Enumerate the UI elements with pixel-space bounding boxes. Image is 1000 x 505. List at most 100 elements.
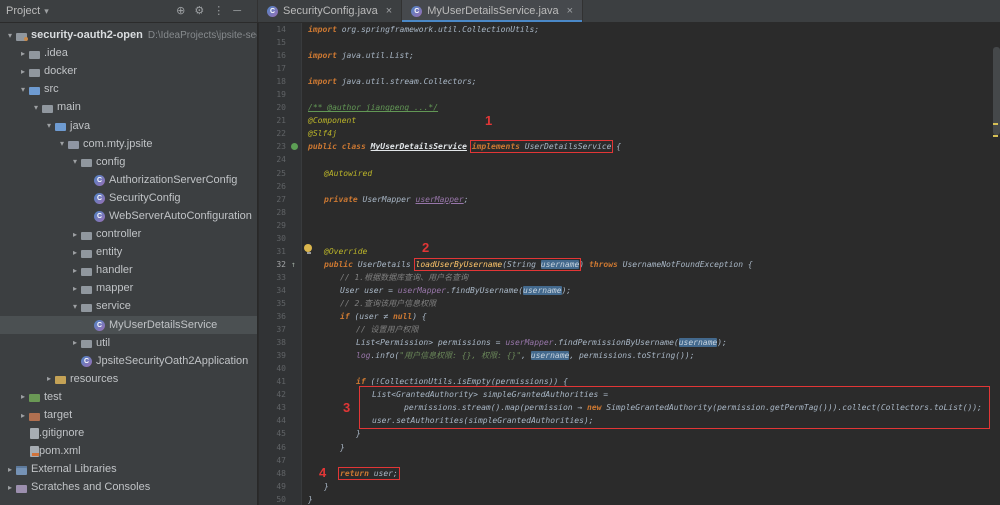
code-line[interactable]: 14 import org.springframework.util.Collec… <box>259 23 1000 37</box>
expand-arrow-icon[interactable]: ▸ <box>69 266 81 275</box>
gutter-line-number[interactable]: 33 <box>259 270 289 284</box>
gutter-line-number[interactable]: 22 <box>259 127 289 141</box>
gutter-line-number[interactable]: 35 <box>259 296 289 311</box>
tree-item-entity[interactable]: ▸ entity <box>0 243 257 261</box>
gutter-line-number[interactable]: 41 <box>259 375 289 389</box>
tree-item-securityconfig[interactable]: C SecurityConfig <box>0 189 257 207</box>
code-line[interactable]: 19 <box>259 88 1000 102</box>
collapse-arrow-icon[interactable]: ▾ <box>43 121 55 130</box>
code-line[interactable]: 37// 设置用户权限 <box>259 323 1000 337</box>
gutter-line-number[interactable]: 31 <box>259 244 289 258</box>
tree-item-jpsitesecurityoath2application[interactable]: C JpsiteSecurityOath2Application <box>0 352 257 370</box>
override-marker-icon[interactable]: ↑ <box>289 257 302 271</box>
expand-arrow-icon[interactable]: ▸ <box>17 411 29 420</box>
gutter-line-number[interactable]: 48 <box>259 466 289 480</box>
gutter-line-number[interactable]: 15 <box>259 36 289 50</box>
code-line[interactable]: 18 import java.util.stream.Collectors; <box>259 75 1000 89</box>
tab-myuserdetailsservice-java[interactable]: C MyUserDetailsService.java × <box>402 0 584 22</box>
code-line[interactable]: 22 @Slf4j <box>259 127 1000 141</box>
hide-icon[interactable]: ─ <box>233 5 241 17</box>
code-line[interactable]: 31 @Override <box>259 244 1000 258</box>
code-line[interactable]: 34 User user = userMapper.findByUsername(… <box>259 283 1000 297</box>
tree-item-controller[interactable]: ▸ controller <box>0 225 257 243</box>
gutter-line-number[interactable]: 32 <box>259 257 289 271</box>
code-line[interactable]: 35// 2.查询该用户信息权限 <box>259 296 1000 311</box>
gutter-line-number[interactable]: 49 <box>259 479 289 493</box>
code-line[interactable]: 48 return user; <box>259 466 1000 480</box>
code-line[interactable]: 50} <box>259 492 1000 505</box>
collapse-arrow-icon[interactable]: ▾ <box>17 85 29 94</box>
code-line[interactable]: 29 <box>259 218 1000 232</box>
gutter-line-number[interactable]: 20 <box>259 101 289 115</box>
tree-item-service[interactable]: ▾ service <box>0 297 257 315</box>
collapse-arrow-icon[interactable]: ▾ <box>69 302 81 311</box>
tree-item-external-libraries[interactable]: ▸ External Libraries <box>0 460 257 478</box>
tree-item-idea[interactable]: ▸ .idea <box>0 44 257 62</box>
gutter-line-number[interactable]: 16 <box>259 49 289 63</box>
code-line[interactable]: 44 user.setAuthorities(simpleGrantedAutho… <box>259 414 1000 428</box>
code-line[interactable]: 43 permissions.stream().map(permission → … <box>259 401 1000 415</box>
code-line[interactable]: 46} <box>259 440 1000 454</box>
code-line[interactable]: 24 <box>259 153 1000 167</box>
expand-arrow-icon[interactable]: ▸ <box>43 374 55 383</box>
gutter-line-number[interactable]: 40 <box>259 362 289 376</box>
gutter-line-number[interactable]: 23 <box>259 140 289 154</box>
close-tab-icon[interactable]: × <box>567 5 573 17</box>
tree-item-docker[interactable]: ▸ docker <box>0 62 257 80</box>
gutter-line-number[interactable]: 25 <box>259 166 289 180</box>
gutter-line-number[interactable]: 34 <box>259 283 289 297</box>
code-line[interactable]: 20/** @author jiangpeng ...*/ <box>259 101 1000 115</box>
close-tab-icon[interactable]: × <box>386 5 392 17</box>
expand-arrow-icon[interactable]: ▸ <box>69 284 81 293</box>
tab-securityconfig-java[interactable]: C SecurityConfig.java × <box>258 0 403 22</box>
tree-item-gitignore[interactable]: .gitignore <box>0 424 257 442</box>
gutter-line-number[interactable]: 18 <box>259 75 289 89</box>
gutter-line-number[interactable]: 29 <box>259 218 289 232</box>
gutter-line-number[interactable]: 37 <box>259 323 289 337</box>
code-line[interactable]: 40 <box>259 362 1000 376</box>
code-line[interactable]: 25 @Autowired <box>259 166 1000 180</box>
expand-arrow-icon[interactable]: ▸ <box>17 67 29 76</box>
code-line[interactable]: 27 private UserMapper userMapper; <box>259 192 1000 206</box>
code-line[interactable]: 32 ↑ public UserDetails loadUserByUsername… <box>259 257 1000 271</box>
gutter-line-number[interactable]: 47 <box>259 453 289 467</box>
gutter-line-number[interactable]: 39 <box>259 349 289 363</box>
gutter-line-number[interactable]: 38 <box>259 336 289 350</box>
code-line[interactable]: 45} <box>259 427 1000 441</box>
gutter-line-number[interactable]: 46 <box>259 440 289 454</box>
gutter-line-number[interactable]: 30 <box>259 231 289 245</box>
tree-item-myuserdetailsservice[interactable]: C MyUserDetailsService <box>0 315 257 334</box>
gutter-line-number[interactable]: 26 <box>259 179 289 193</box>
gutter-line-number[interactable]: 36 <box>259 310 289 324</box>
tree-item-com-mty-jpsite[interactable]: ▾ com.mty.jpsite <box>0 135 257 153</box>
collapse-arrow-icon[interactable]: ▾ <box>30 103 42 112</box>
tree-item-pom-xml[interactable]: pom.xml <box>0 442 257 460</box>
code-line[interactable]: 49} <box>259 479 1000 493</box>
editor[interactable]: 14 import org.springframework.util.Collec… <box>259 23 1000 505</box>
tree-item-test[interactable]: ▸ test <box>0 388 257 406</box>
code-line[interactable]: 15 <box>259 36 1000 50</box>
code-line[interactable]: 36 if (user ≠ null) { <box>259 310 1000 324</box>
gutter-line-number[interactable]: 28 <box>259 205 289 219</box>
tree-item-mapper[interactable]: ▸ mapper <box>0 279 257 297</box>
code-line[interactable]: 28 <box>259 205 1000 219</box>
gutter-line-number[interactable]: 17 <box>259 62 289 76</box>
code-line[interactable]: 26 <box>259 179 1000 193</box>
locate-icon[interactable]: ⊕ <box>176 5 185 17</box>
expand-arrow-icon[interactable]: ▸ <box>4 465 16 474</box>
gutter-line-number[interactable]: 42 <box>259 388 289 402</box>
code-line[interactable]: 21 @Component <box>259 114 1000 128</box>
tree-item-java[interactable]: ▾ java <box>0 116 257 134</box>
tree-item-config[interactable]: ▾ config <box>0 153 257 171</box>
expand-arrow-icon[interactable]: ▸ <box>69 248 81 257</box>
tree-item-authorizationserverconfig[interactable]: C AuthorizationServerConfig <box>0 171 257 189</box>
more-icon[interactable]: ⋮ <box>213 5 224 17</box>
settings-icon[interactable]: ⚙ <box>194 5 204 17</box>
code-line[interactable]: 41 if (!CollectionUtils.isEmpty(permissio… <box>259 375 1000 389</box>
spring-bean-marker-icon[interactable] <box>289 140 302 154</box>
gutter-line-number[interactable]: 44 <box>259 414 289 428</box>
expand-arrow-icon[interactable]: ▸ <box>4 483 16 492</box>
gutter-line-number[interactable]: 14 <box>259 23 289 37</box>
collapse-arrow-icon[interactable]: ▾ <box>56 139 68 148</box>
code-line[interactable]: 42 List<GrantedAuthority> simpleGrantedAu… <box>259 388 1000 402</box>
